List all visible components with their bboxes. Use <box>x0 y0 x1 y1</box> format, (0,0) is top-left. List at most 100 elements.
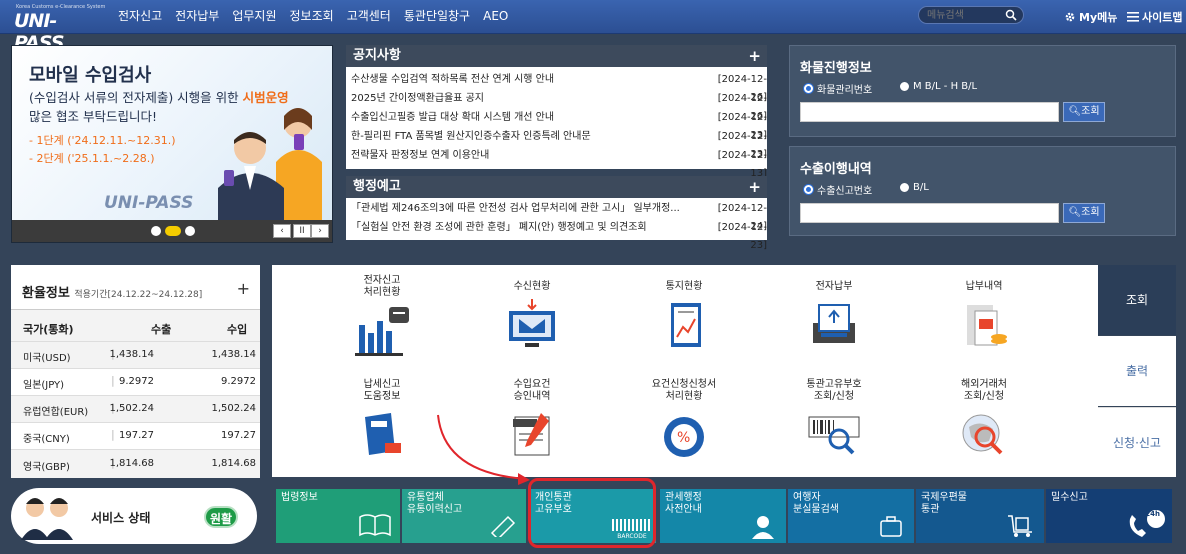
nav-item-aeo[interactable]: AEO <box>483 0 508 34</box>
grid-item-tax-help[interactable]: 납세신고 도움정보 <box>322 379 442 461</box>
promo-banner[interactable]: 모바일 수입검사 (수입검사 서류의 전자제출) 시행을 위한 시범운영 많은 … <box>11 45 333 243</box>
tab-print[interactable]: 출력 <box>1098 336 1176 406</box>
tab-lookup[interactable]: 조회 <box>1098 265 1176 335</box>
prev-slide-button[interactable]: ‹ <box>273 224 291 238</box>
quick-link-customs-guide[interactable]: 관세행정 사전안내 <box>660 489 786 543</box>
nav-item-customer-center[interactable]: 고객센터 <box>347 0 391 34</box>
exchange-row: 미국(USD) | 1,438.14 1,438.14 <box>11 341 260 368</box>
search-icon: 🔍︎ <box>1068 207 1082 218</box>
nav-item-e-filing[interactable]: 전자신고 <box>118 0 162 34</box>
grid-item-customs-code[interactable]: 통관고유부호 조회/신청 <box>774 379 894 461</box>
export-number-input[interactable] <box>800 203 1059 223</box>
quick-link-lost-and-found[interactable]: 여행자 분실물검색 <box>788 489 914 543</box>
edit-document-icon <box>490 515 516 537</box>
banner-controls: ‹ II › <box>12 220 332 242</box>
sitemap-button[interactable]: 사이트맵 <box>1127 9 1182 25</box>
grid-item-label-2: 도움정보 <box>363 391 401 402</box>
search-icon[interactable] <box>1005 9 1017 21</box>
admin-notice-more-button[interactable]: + <box>748 176 761 198</box>
quick-link-smuggling-report[interactable]: 밀수신고 24h <box>1046 489 1172 543</box>
pause-slide-button[interactable]: II <box>293 224 311 238</box>
highlight-arrow-icon <box>437 414 530 485</box>
admin-notice-title: 행정예고 <box>353 179 401 194</box>
radio-icon <box>900 82 909 91</box>
exchange-country: 일본(JPY) <box>23 380 65 391</box>
slide-dot-3[interactable] <box>185 226 195 236</box>
nav-item-info-lookup[interactable]: 정보조회 <box>290 0 334 34</box>
grid-item-notice-status[interactable]: 통지현황 <box>624 281 744 351</box>
gear-icon <box>1065 12 1075 22</box>
service-status: 서비스 상태 원활 <box>11 488 257 544</box>
notice-item[interactable]: 전략물자 판정정보 연계 이용안내 [2024-12-13] <box>351 147 767 179</box>
quick-link-label: 유통업체 <box>407 492 444 503</box>
notice-item-title: 한-필리핀 FTA 품목별 원산지인증수출자 인증특례 안내문 <box>351 131 591 142</box>
export-search-label: 조회 <box>1081 207 1100 218</box>
nav-item-single-window[interactable]: 통관단일창구 <box>404 0 470 34</box>
grid-item-label: 통지현황 <box>665 281 703 292</box>
notice-item[interactable]: 2025년 간이정액환급율표 공지 [2024-12-26] <box>351 90 767 122</box>
card-payment-icon <box>813 304 855 343</box>
globe-search-icon <box>962 414 1003 455</box>
grid-item-e-filing-status[interactable]: 전자신고 처리현황 <box>322 275 442 357</box>
exchange-more-button[interactable]: + <box>237 279 250 298</box>
exchange-row: 영국(GBP) | 1,814.68 1,814.68 <box>11 449 260 478</box>
quick-link-law-info[interactable]: 법령정보 <box>276 489 400 543</box>
admin-notice-item[interactable]: 「관세법 제246조의3에 따른 안전성 검사 업무처리에 관한 고시」 일부개… <box>351 200 767 232</box>
svg-text:%: % <box>677 430 690 446</box>
slide-dot-1[interactable] <box>151 226 161 236</box>
slide-dot-2[interactable] <box>165 226 181 236</box>
service-status-label: 서비스 상태 <box>91 511 151 525</box>
suitcase-icon <box>880 516 902 537</box>
notice-item[interactable]: 수산생물 수입검역 적하목록 전산 연계 시행 안내 [2024-12-26] <box>351 71 767 103</box>
main-nav: 전자신고 전자납부 업무지원 정보조회 고객센터 통관단일창구 AEO <box>118 0 521 34</box>
exchange-import-rate: 1,814.68 <box>211 458 256 469</box>
exchange-export-rate: 1,814.68 <box>109 458 154 469</box>
grid-item-label-2: 승인내역 <box>513 391 551 402</box>
grid-item-payment-history[interactable]: 납부내역 <box>924 281 1044 351</box>
cargo-number-input[interactable] <box>800 102 1059 122</box>
cargo-search-button[interactable]: 🔍︎조회 <box>1063 102 1105 122</box>
exchange-import-rate: 197.27 <box>221 430 256 441</box>
grid-item-label: 요건신청신청서 <box>651 379 717 390</box>
quick-link-international-mail[interactable]: 국제우편물 통관 <box>916 489 1044 543</box>
hours-badge: 24h <box>1145 510 1160 518</box>
hamburger-icon <box>1127 12 1139 22</box>
exchange-export-rate: 1,438.14 <box>109 349 154 360</box>
notice-item[interactable]: 한-필리핀 FTA 품목별 원산지인증수출자 인증특례 안내문 [2024-12-… <box>351 128 767 160</box>
highlight-frame <box>528 478 656 548</box>
grid-item-received-status[interactable]: 수신현황 <box>472 281 592 351</box>
grid-item-label-2: 처리현황 <box>363 287 401 298</box>
cargo-option-2[interactable]: M B/L - H B/L <box>900 81 977 92</box>
nav-item-e-payment[interactable]: 전자납부 <box>175 0 219 34</box>
notice-item-title: 2025년 간이정액환급율표 공지 <box>351 93 485 104</box>
tab-apply-report[interactable]: 신청·신고 <box>1098 407 1176 477</box>
grid-item-label: 전자신고 <box>363 275 401 286</box>
grid-item-label: 통관고유부호 <box>806 379 862 390</box>
unipass-logo[interactable]: Korea Customs e-Clearance System UNI-PAS… <box>12 4 105 54</box>
grid-item-e-payment[interactable]: 전자납부 <box>774 281 894 351</box>
export-search-button[interactable]: 🔍︎조회 <box>1063 203 1105 223</box>
column-header-export: 수출 <box>151 323 172 336</box>
exchange-rate-panel: 환율정보 적용기간[24.12.22~24.12.28] + 국가(통화) 수출… <box>11 265 260 478</box>
grid-item-label-2: 조회/신청 <box>963 391 1005 402</box>
exchange-country: 유럽연합(EUR) <box>23 407 89 418</box>
nav-item-support[interactable]: 업무지원 <box>232 0 276 34</box>
next-slide-button[interactable]: › <box>311 224 329 238</box>
my-menu-label: My메뉴 <box>1079 11 1118 24</box>
cargo-option-1[interactable]: 화물관리번호 <box>804 81 872 96</box>
quick-link-label: 법령정보 <box>281 492 318 503</box>
export-option-1[interactable]: 수출신고번호 <box>804 182 872 197</box>
my-menu-button[interactable]: My메뉴 <box>1064 9 1117 25</box>
export-option-2[interactable]: B/L <box>900 182 929 193</box>
admin-notice-item[interactable]: 「실험실 안전 환경 조성에 관한 훈령」 폐지(안) 행정예고 및 의견조회 [… <box>351 219 767 251</box>
grid-item-overseas-partner[interactable]: 해외거래처 조회/신청 <box>924 379 1044 461</box>
grid-item-label: 해외거래처 <box>961 379 1007 390</box>
menu-search-input[interactable] <box>927 8 997 22</box>
grid-item-requirement-status[interactable]: 요건신청신청서 처리현황 % <box>624 379 744 461</box>
grid-item-label: 납세신고 <box>363 379 401 390</box>
notice-more-button[interactable]: + <box>748 45 761 67</box>
exchange-import-rate: 9.2972 <box>221 376 256 387</box>
export-option-1-label: 수출신고번호 <box>817 186 873 197</box>
notice-item[interactable]: 수출입신고필증 발급 대상 확대 시스템 개선 안내 [2024-12-23] <box>351 109 767 141</box>
quick-link-distributor-report[interactable]: 유통업체 유통이력신고 <box>402 489 526 543</box>
